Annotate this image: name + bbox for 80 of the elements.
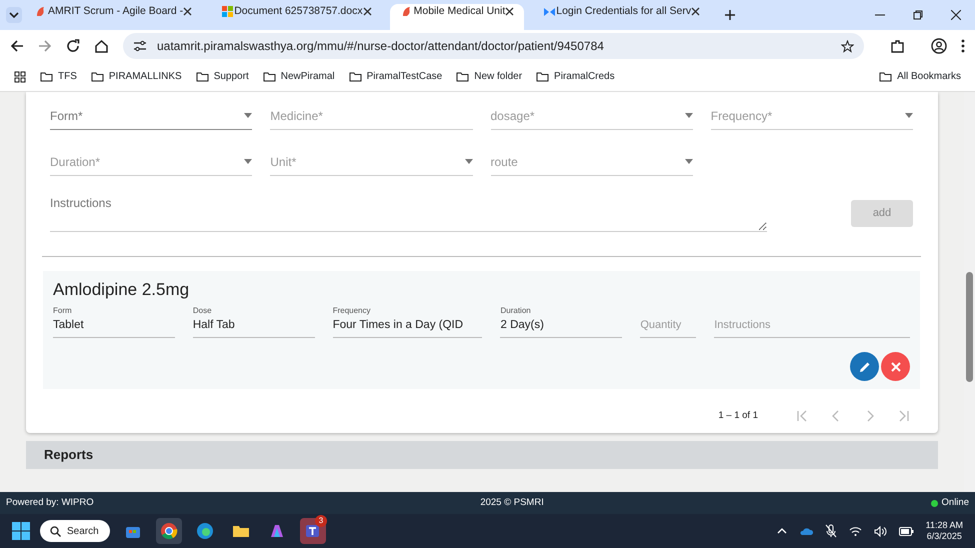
field-label: Duration [500,304,532,316]
edge-icon[interactable] [196,522,214,540]
speaker-icon[interactable] [874,526,887,536]
edit-button[interactable] [850,352,879,381]
chrome-icon[interactable] [160,522,178,540]
clock-date[interactable]: 6/3/2025 [926,531,963,542]
field-label: Frequency [332,304,372,316]
tab-list-icon[interactable] [6,7,22,23]
select-field[interactable]: Form* [50,102,252,130]
close-icon[interactable] [951,10,961,20]
folder-icon[interactable] [196,71,209,82]
back-icon[interactable] [10,39,24,53]
more-icon[interactable] [961,39,965,53]
tab-title: Mobile Medical Unit [414,5,506,17]
battery-icon[interactable] [898,526,914,536]
new-tab-icon[interactable] [724,9,736,21]
folder-icon[interactable] [348,71,362,82]
bookmark-link[interactable]: All Bookmarks [897,69,961,84]
section-header: Reports [26,441,938,469]
browser-tab[interactable]: Login Credentials for all Serv [532,4,710,30]
browser-tab[interactable]: Mobile Medical Unit [390,4,524,30]
delete-button[interactable] [881,352,910,381]
forward-icon[interactable] [38,39,52,53]
wifi-icon[interactable] [848,526,862,536]
page-range: 1 – 1 of 1 [718,409,758,423]
field-value: 2 Day(s) [500,318,545,332]
microphone-muted-icon[interactable] [824,524,837,538]
close-icon[interactable] [505,6,514,16]
field-label: Dose [192,304,213,316]
teams-icon[interactable] [304,522,322,540]
cloud-icon[interactable] [798,526,813,536]
browser-tab[interactable]: AMRIT Scrum - Agile Board - [24,4,202,30]
folder-icon[interactable] [90,71,104,82]
profile-icon[interactable] [931,38,947,54]
bookmark-link[interactable]: Support [214,69,249,84]
field-value: Tablet [53,318,85,332]
folder-icon[interactable] [879,71,892,82]
footer-credit: Powered by: WIPRO [6,496,94,510]
tab-title: AMRIT Scrum - Agile Board - [48,5,184,17]
site-settings-icon [133,40,147,52]
bookmark-link[interactable]: PIRAMALLINKS [108,69,182,84]
browser-tab[interactable]: Document 625738757.docx [210,4,382,30]
tab-title: Document 625738757.docx [234,5,363,17]
folder-icon[interactable] [40,71,53,82]
close-icon[interactable] [691,6,700,16]
pencil-icon [858,360,870,372]
reload-icon[interactable] [66,39,80,53]
folder-icon[interactable] [262,71,276,82]
field-label: Form [53,304,73,316]
folder-icon[interactable] [536,71,550,82]
apps-grid-icon[interactable] [14,70,26,82]
search-field[interactable]: Search [40,520,110,542]
close-icon[interactable] [362,6,372,16]
extensions-icon[interactable] [890,38,905,54]
bookmark-link[interactable]: PiramalCreds [554,69,615,84]
windows-start-icon[interactable] [12,522,30,540]
address-bar[interactable]: uatamrit.piramalswasthya.org/mmu/#/nurse-doctor/attendant/doctor/patient/9450784 [123,33,864,59]
search-icon [50,526,61,536]
copilot-icon[interactable] [268,522,286,540]
footer-copyright: 2025 © PSMRI [480,496,544,510]
url-text: uatamrit.piramalswasthya.org/mmu/#/nurse-doctor/attendant/doctor/patient/9450784 [157,38,605,55]
field-value: Half Tab [192,318,236,332]
notification-badge: 3 [315,515,327,527]
medicine-name: Amlodipine 2.5mg [53,279,190,301]
restore-icon[interactable] [913,10,923,20]
bookmark-link[interactable]: NewPiramal [280,69,335,84]
tab-title: Login Credentials for all Serv [556,5,692,17]
folder-icon[interactable] [456,71,470,82]
squares-icon [220,4,234,18]
bookmark-link[interactable]: PiramalTestCase [366,69,442,84]
bookmark-link[interactable]: New folder [474,69,522,84]
clock-time[interactable]: 11:28 AM [926,520,963,531]
chevron-up-icon[interactable] [776,528,787,534]
home-icon[interactable] [94,39,109,53]
close-icon [890,362,900,372]
field-value: Four Times in a Day (QID [332,318,464,332]
close-icon[interactable] [183,6,192,16]
star-icon[interactable] [841,40,854,52]
status-text: Online [942,496,969,510]
bookmark-link[interactable]: TFS [58,69,77,84]
